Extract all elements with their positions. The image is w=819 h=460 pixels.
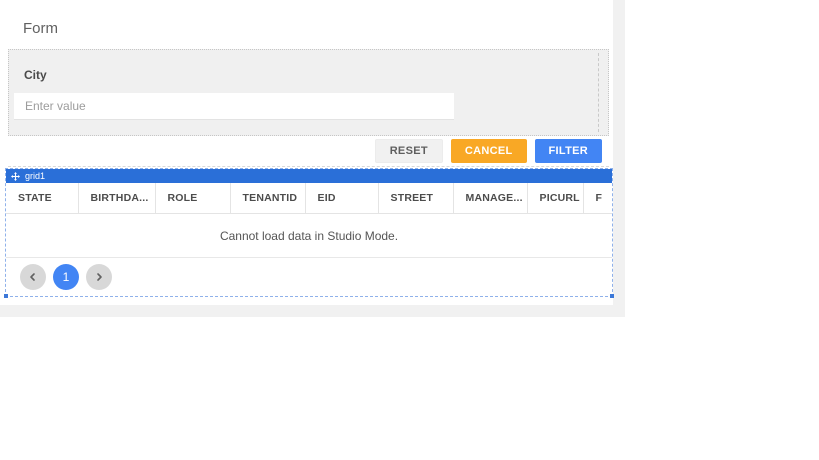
form-widget: Form City RESET CANCEL FILTER	[8, 8, 609, 167]
grid-pagination: 1	[6, 258, 612, 296]
move-icon	[11, 171, 20, 181]
vertical-scrollbar-track[interactable]	[613, 0, 625, 317]
column-header-tenantid[interactable]: TENANTID	[230, 183, 306, 214]
table-header-row: STATE BIRTHDA... ROLE TENANTID EID STREE…	[6, 183, 612, 214]
resize-handle[interactable]	[610, 294, 614, 298]
column-header-birthdate[interactable]: BIRTHDA...	[78, 183, 156, 214]
column-header-role[interactable]: ROLE	[155, 183, 231, 214]
grid-widget: grid1 STATE BIRTHDA... ROLE TENANTID EID…	[4, 168, 614, 298]
column-header-eid[interactable]: EID	[305, 183, 379, 214]
grid-widget-titlebar[interactable]: grid1	[6, 169, 612, 183]
form-footer: RESET CANCEL FILTER	[8, 136, 609, 167]
column-header-manager[interactable]: MANAGE...	[453, 183, 528, 214]
city-field-label: City	[24, 68, 47, 82]
resize-handle[interactable]	[4, 294, 8, 298]
horizontal-scrollbar-track[interactable]	[0, 305, 625, 317]
pagination-page-1-button[interactable]: 1	[53, 264, 79, 290]
city-input[interactable]	[14, 93, 454, 120]
reset-button[interactable]: RESET	[374, 139, 443, 163]
form-body: City	[8, 49, 609, 136]
pagination-next-button[interactable]	[86, 264, 112, 290]
column-header-state[interactable]: STATE	[6, 183, 79, 214]
chevron-right-icon	[94, 272, 104, 282]
chevron-left-icon	[28, 272, 38, 282]
grid-empty-message: Cannot load data in Studio Mode.	[6, 214, 612, 258]
filter-button[interactable]: FILTER	[534, 139, 602, 163]
pagination-prev-button[interactable]	[20, 264, 46, 290]
column-header-picurl[interactable]: PICURL	[527, 183, 584, 214]
column-header-street[interactable]: STREET	[378, 183, 454, 214]
form-header: Form	[8, 8, 609, 49]
column-header-truncated[interactable]: F	[583, 183, 612, 214]
data-table: STATE BIRTHDA... ROLE TENANTID EID STREE…	[6, 183, 612, 214]
cancel-button[interactable]: CANCEL	[450, 139, 527, 163]
form-title: Form	[23, 20, 58, 37]
grid-widget-name: grid1	[25, 171, 46, 181]
